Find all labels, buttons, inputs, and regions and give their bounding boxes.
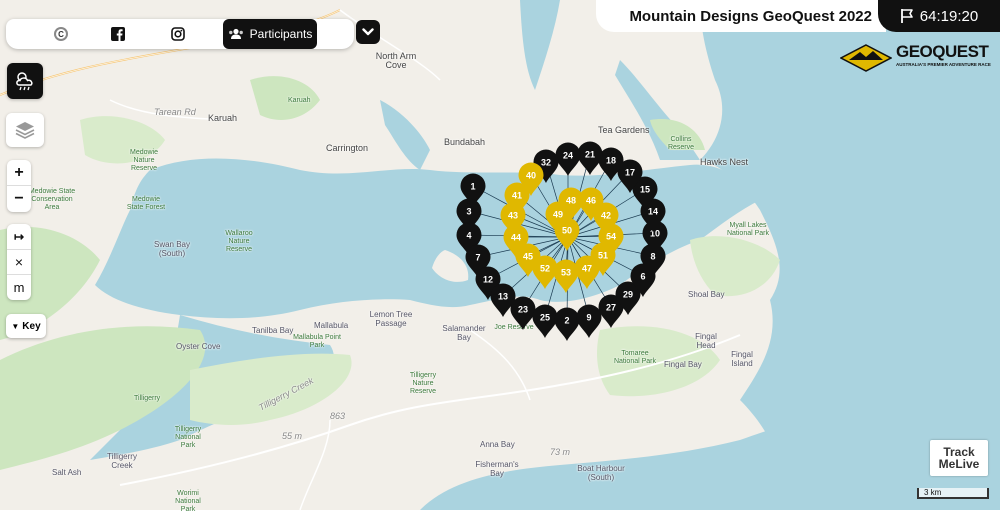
svg-text:C: C	[58, 30, 64, 39]
triangle-down-icon: ▼	[11, 321, 20, 331]
weather-icon	[16, 72, 33, 91]
event-title-text: Mountain Designs GeoQuest 2022	[629, 7, 872, 25]
label-bundabah: Bundabah	[444, 137, 486, 147]
label-swan-bay: Swan Bay (South)	[153, 240, 191, 258]
copyright-icon: C	[54, 27, 68, 41]
label-tea-gardens: Tea Gardens	[598, 125, 650, 135]
logo-wordmark: GEOQUEST	[896, 42, 989, 61]
label-fingal-head: Fingal Head	[695, 332, 717, 350]
scale-bar: 3 km	[917, 488, 989, 499]
tab-instagram[interactable]	[163, 19, 193, 49]
label-fishermans-bay: Fisherman's Bay	[475, 460, 519, 478]
label-lemon-tree: Lemon Tree Passage	[369, 310, 413, 328]
scale-label: 3 km	[924, 488, 942, 497]
instagram-icon	[171, 27, 185, 41]
label-medowie-nr: Medowie Nature Reserve	[129, 149, 158, 172]
facebook-icon	[111, 27, 125, 41]
layers-icon	[15, 122, 35, 139]
geoquest-logo: GEOQUEST AUSTRALIA'S PREMIER ADVENTURE R…	[840, 42, 991, 74]
label-shoal-bay: Shoal Bay	[688, 290, 725, 299]
label-fingal-bay: Fingal Bay	[664, 360, 702, 369]
participants-icon	[228, 28, 243, 39]
zoom-in-button[interactable]: +	[7, 160, 31, 186]
key-label: Key	[22, 320, 41, 332]
social-tab-bar: C Participants	[6, 19, 354, 49]
label-medowie-sf: Medowie State Forest	[126, 196, 166, 211]
measure-unit-button[interactable]: m	[7, 275, 31, 300]
label-tanilba-bay: Tanilba Bay	[252, 326, 294, 335]
label-fingal-island: Fingal Island	[731, 350, 753, 368]
event-title: Mountain Designs GeoQuest 2022	[596, 0, 886, 32]
label-tilligerry-np: Tilligerry National Park	[174, 426, 202, 449]
label-tilligerry-nr: Tilligerry Nature Reserve	[409, 372, 437, 395]
label-karuah: Karuah	[208, 113, 238, 123]
logo-tagline: AUSTRALIA'S PREMIER ADVENTURE RACE	[896, 62, 991, 67]
weather-button[interactable]	[7, 63, 43, 99]
label-wallaroo-nr: Wallaroo Nature Reserve	[225, 230, 253, 253]
label-boat-harbour: Boat Harbour (South)	[577, 464, 625, 482]
label-road-863: 863	[330, 411, 346, 421]
label-anna-bay: Anna Bay	[480, 440, 515, 449]
label-tomaree: Tomaree National Park	[613, 350, 657, 365]
trackmelive-line2: MeLive	[938, 457, 980, 471]
label-joe-reserve: Joe Reserve	[494, 324, 534, 331]
flag-icon	[900, 9, 913, 23]
tab-facebook[interactable]	[103, 19, 133, 49]
label-collins-reserve: Collins Reserve	[667, 136, 695, 151]
measure-clear-button[interactable]: ×	[7, 250, 31, 275]
zoom-control: + −	[7, 160, 31, 212]
tab-participants[interactable]: Participants	[223, 19, 317, 49]
menu-dropdown-button[interactable]	[356, 20, 380, 44]
label-north-arm-cove: North Arm Cove	[375, 51, 417, 70]
trackmelive-logo[interactable]: Track MeLive	[930, 440, 988, 476]
chevron-down-icon	[362, 28, 374, 36]
label-myall-lakes: Myall Lakes National Park	[726, 222, 770, 237]
layers-button[interactable]	[6, 113, 44, 147]
label-worimi: Worimi National Park	[175, 490, 201, 513]
mountain-designs-badge-icon	[840, 44, 892, 72]
key-button[interactable]: ▼ Key	[6, 314, 46, 338]
zoom-out-button[interactable]: −	[7, 186, 31, 212]
label-depth-73: 73 m	[550, 447, 571, 457]
tab-copyright[interactable]: C	[46, 19, 76, 49]
label-mallabula: Mallabula	[314, 321, 349, 330]
label-tarean-rd: Tarean Rd	[154, 107, 196, 117]
timer-value: 64:19:20	[919, 7, 979, 25]
measure-control: ↦ × m	[7, 224, 31, 300]
race-timer: 64:19:20	[878, 0, 1000, 32]
label-mallabula-point: Mallabula Point Park	[293, 334, 341, 349]
label-hawks-nest: Hawks Nest	[700, 157, 749, 167]
label-tilligerry: Tilligerry	[134, 395, 161, 402]
measure-button[interactable]: ↦	[7, 225, 31, 250]
label-medowie-sca: Medowie State Conservation Area	[28, 188, 76, 211]
label-carrington: Carrington	[326, 143, 369, 153]
label-salt-ash: Salt Ash	[52, 468, 82, 477]
label-oyster-cove: Oyster Cove	[176, 342, 221, 351]
participants-tab-label: Participants	[249, 27, 313, 41]
label-tilligerry-creek2: Tilligerry Creek	[107, 452, 137, 470]
label-depth-55: 55 m	[282, 431, 303, 441]
label-karuah-park: Karuah	[288, 97, 311, 104]
label-salamander-bay: Salamander Bay	[442, 324, 486, 342]
